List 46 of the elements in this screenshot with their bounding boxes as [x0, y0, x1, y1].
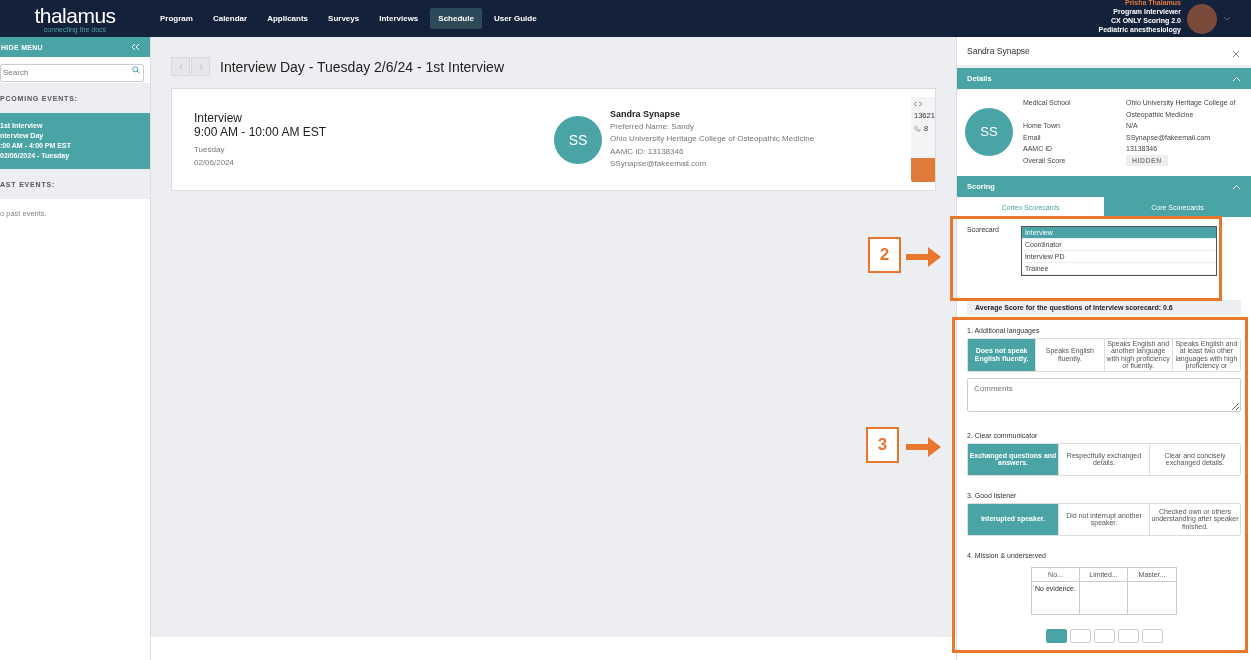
applicant-detail: SSynapse@fakeemail.com: [610, 158, 708, 171]
callout-number: 3: [866, 427, 899, 463]
page-button[interactable]: [1141, 628, 1163, 643]
comments-field[interactable]: Comments: [967, 377, 1241, 412]
phone-icon: [914, 125, 921, 132]
applicant-name: Sandra Synapse: [610, 108, 682, 121]
page-button[interactable]: [1069, 628, 1091, 643]
nav-item[interactable]: User Guide: [485, 8, 545, 29]
next-button[interactable]: [191, 57, 210, 76]
page-title: Interview Day - Tuesday 2/6/24 - 1st Interview: [220, 58, 504, 75]
nav-item[interactable]: Applicants: [259, 8, 317, 29]
panel-title: Sandra Synapse: [967, 46, 1030, 56]
caret-icon[interactable]: [1223, 16, 1231, 21]
close-icon: [1232, 50, 1240, 58]
search-icon[interactable]: [132, 66, 140, 74]
chevron-left-icon: [178, 63, 183, 70]
user-avatar[interactable]: [1187, 3, 1217, 34]
applicant-detail: AAMC ID: 13138346: [610, 145, 685, 158]
event-day: Tuesday: [194, 142, 554, 156]
nav-item[interactable]: Surveys: [320, 8, 368, 29]
callout-number: 2: [868, 237, 901, 273]
event-date: 02/06/2024: [194, 156, 236, 169]
chevron-icon: [1232, 183, 1241, 190]
applicant-detail: Preferred Name: Sandy: [610, 120, 696, 133]
nav-item[interactable]: Program: [152, 8, 201, 29]
applicant-detail: Ohio University Heritage College of Osteopathic Medicine: [610, 133, 815, 146]
arrow-icon: [906, 246, 942, 268]
collapse-icon[interactable]: [130, 43, 140, 51]
page-button[interactable]: [1093, 628, 1115, 643]
event-type: Interview: [194, 110, 244, 125]
event-time: 9:00 AM - 10:00 AM EST: [194, 124, 328, 139]
nav-item[interactable]: Calendar: [204, 8, 256, 29]
chevron-icon: [1232, 75, 1241, 82]
applicant-avatar: SS: [554, 115, 602, 164]
nav-item[interactable]: Interviews: [371, 8, 427, 29]
previous-button[interactable]: [171, 57, 190, 76]
action-button[interactable]: [911, 158, 935, 182]
link-icon: [914, 101, 922, 107]
page-button[interactable]: [1045, 628, 1067, 643]
chevron-right-icon: [198, 63, 203, 70]
arrow-icon: [906, 436, 942, 458]
logo-wordmark: thalamus: [34, 4, 116, 26]
search-field[interactable]: Search: [0, 63, 144, 82]
nav-item[interactable]: Schedule: [430, 8, 482, 29]
applicant-avatar: SS: [965, 107, 1013, 156]
page-button[interactable]: [1117, 628, 1139, 643]
